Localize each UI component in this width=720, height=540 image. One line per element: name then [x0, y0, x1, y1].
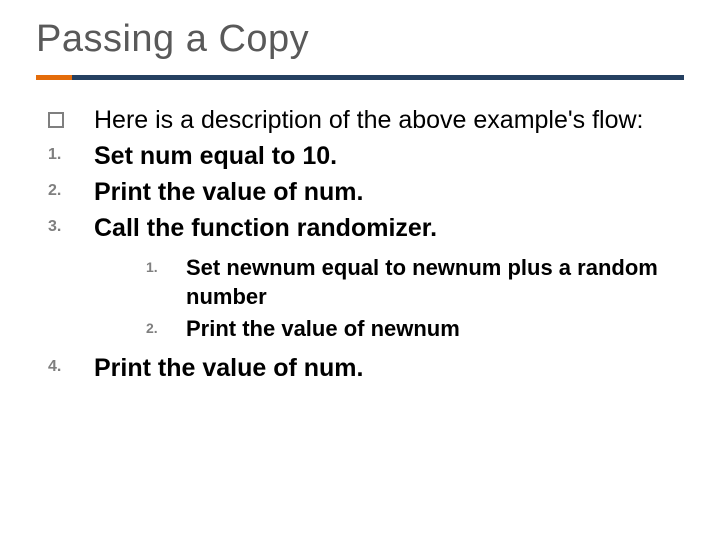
title-underline-accent — [36, 75, 72, 80]
title-underline — [36, 75, 684, 80]
content-area: Here is a description of the above examp… — [36, 104, 684, 386]
sub-item-1: 1. Set newnum equal to newnum plus a ran… — [146, 253, 684, 312]
slide: Passing a Copy Here is a description of … — [0, 0, 720, 540]
list-text: Print the value of num. — [94, 350, 684, 386]
sub-item-2: 2. Print the value of newnum — [146, 314, 684, 344]
square-bullet-icon — [36, 104, 94, 128]
list-marker: 2. — [36, 174, 94, 200]
list-text: Call the function randomizer. — [94, 210, 684, 246]
slide-title: Passing a Copy — [36, 18, 684, 61]
sub-text: Set newnum equal to newnum plus a random… — [186, 253, 684, 312]
intro-text: Here is a description of the above examp… — [94, 104, 684, 138]
list-text: Print the value of num. — [94, 174, 684, 210]
list-item-2: 2. Print the value of num. — [36, 174, 684, 210]
list-item-4: 4. Print the value of num. — [36, 350, 684, 386]
list-marker: 3. — [36, 210, 94, 236]
list-item-1: 1. Set num equal to 10. — [36, 138, 684, 174]
intro-row: Here is a description of the above examp… — [36, 104, 684, 138]
sub-marker: 2. — [146, 314, 186, 336]
list-item-3: 3. Call the function randomizer. — [36, 210, 684, 246]
sub-text: Print the value of newnum — [186, 314, 684, 344]
sub-list: 1. Set newnum equal to newnum plus a ran… — [146, 253, 684, 344]
list-text: Set num equal to 10. — [94, 138, 684, 174]
sub-marker: 1. — [146, 253, 186, 275]
list-marker: 1. — [36, 138, 94, 164]
list-marker: 4. — [36, 350, 94, 376]
